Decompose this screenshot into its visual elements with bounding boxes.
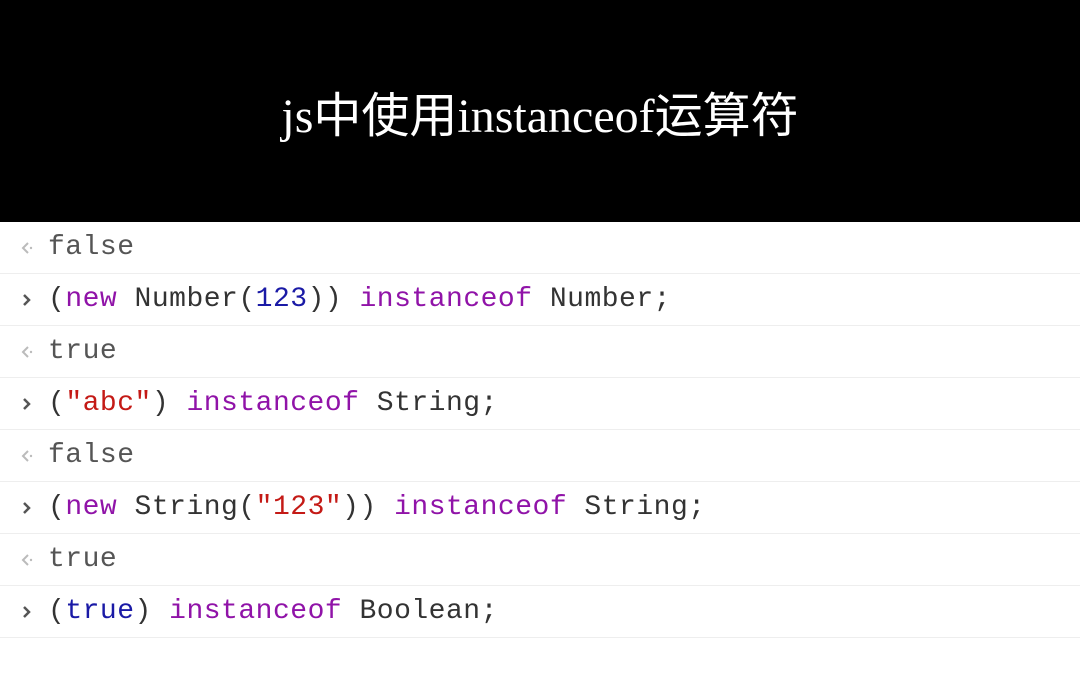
- header: js中使用instanceof运算符: [0, 0, 1080, 222]
- code-token: true: [48, 336, 117, 367]
- code-token: String;: [359, 388, 497, 419]
- output-result-icon: [20, 345, 48, 359]
- code-token: String(: [117, 492, 255, 523]
- code-token: 123: [256, 284, 308, 315]
- code-token: ): [135, 596, 170, 627]
- code-token: new: [65, 492, 117, 523]
- code-token: Number(: [117, 284, 255, 315]
- console-panel: false(new Number(123)) instanceof Number…: [0, 222, 1080, 638]
- code-token: false: [48, 232, 135, 263]
- code-token: new: [65, 284, 117, 315]
- code-token: )): [308, 284, 360, 315]
- code-token: "123": [256, 492, 343, 523]
- console-row-content: (new Number(123)) instanceof Number;: [48, 284, 1065, 315]
- output-result-icon: [20, 553, 48, 567]
- code-token: )): [342, 492, 394, 523]
- console-row-content: ("abc") instanceof String;: [48, 388, 1065, 419]
- code-token: Number;: [533, 284, 671, 315]
- console-row-content: (new String("123")) instanceof String;: [48, 492, 1065, 523]
- console-row-content: false: [48, 232, 1065, 263]
- code-token: ): [152, 388, 187, 419]
- page-title: js中使用instanceof运算符: [281, 76, 798, 146]
- console-output-row[interactable]: false: [0, 430, 1080, 482]
- code-token: instanceof: [169, 596, 342, 627]
- code-token: Boolean;: [342, 596, 498, 627]
- code-token: true: [48, 544, 117, 575]
- code-token: (: [48, 492, 65, 523]
- code-token: String;: [567, 492, 705, 523]
- console-output-row[interactable]: true: [0, 326, 1080, 378]
- output-result-icon: [20, 241, 48, 255]
- console-output-row[interactable]: true: [0, 534, 1080, 586]
- output-result-icon: [20, 449, 48, 463]
- code-token: (: [48, 284, 65, 315]
- code-token: instanceof: [394, 492, 567, 523]
- console-row-content: true: [48, 336, 1065, 367]
- code-token: instanceof: [186, 388, 359, 419]
- code-token: false: [48, 440, 135, 471]
- code-token: (: [48, 388, 65, 419]
- console-row-content: true: [48, 544, 1065, 575]
- code-token: (: [48, 596, 65, 627]
- code-token: instanceof: [360, 284, 533, 315]
- console-input-row[interactable]: (new String("123")) instanceof String;: [0, 482, 1080, 534]
- input-prompt-icon: [20, 501, 48, 515]
- input-prompt-icon: [20, 397, 48, 411]
- input-prompt-icon: [20, 605, 48, 619]
- console-input-row[interactable]: (new Number(123)) instanceof Number;: [0, 274, 1080, 326]
- console-input-row[interactable]: (true) instanceof Boolean;: [0, 586, 1080, 638]
- console-input-row[interactable]: ("abc") instanceof String;: [0, 378, 1080, 430]
- console-output-row[interactable]: false: [0, 222, 1080, 274]
- code-token: "abc": [65, 388, 152, 419]
- input-prompt-icon: [20, 293, 48, 307]
- code-token: true: [65, 596, 134, 627]
- console-row-content: (true) instanceof Boolean;: [48, 596, 1065, 627]
- console-row-content: false: [48, 440, 1065, 471]
